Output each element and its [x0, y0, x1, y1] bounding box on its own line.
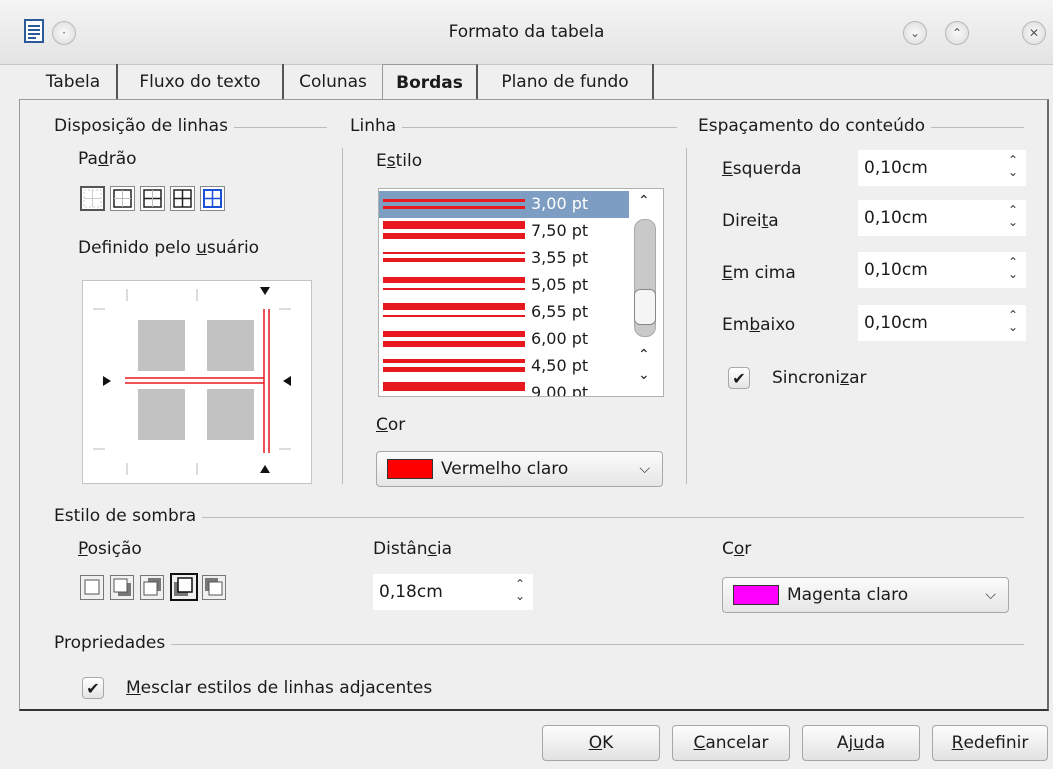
preset-none[interactable]: [80, 186, 105, 211]
top-spacing-label: Em cima: [722, 263, 796, 283]
tab-fluxo-do-texto[interactable]: Fluxo do texto: [118, 64, 284, 100]
line-color-dropdown[interactable]: Vermelho claro ⌵: [376, 451, 663, 487]
shadow-bottom-left-button[interactable]: [170, 573, 198, 601]
style-item[interactable]: 4,50 pt: [379, 353, 629, 380]
spin-icon[interactable]: ⌃ ⌄: [1008, 204, 1018, 228]
style-item[interactable]: 3,55 pt: [379, 245, 629, 272]
title-bar: · Formato da tabela ⌄ ⌃ ✕: [0, 0, 1053, 65]
style-list-scrollbar[interactable]: ⌃ ⌃ ⌄: [629, 189, 663, 396]
shadow-top-left-button[interactable]: [202, 575, 226, 600]
style-label: Estilo: [376, 151, 423, 171]
scroll-thumb[interactable]: [634, 289, 656, 325]
style-item[interactable]: 5,05 pt: [379, 272, 629, 299]
line-style-list[interactable]: 3,00 pt 7,50 pt 3,55 pt 5,05 pt 6,55 pt …: [378, 188, 664, 397]
style-item[interactable]: 7,50 pt: [379, 218, 629, 245]
window-title: Formato da tabela: [448, 22, 605, 42]
default-label: Padrão: [78, 149, 137, 169]
preset-outer-horizontal[interactable]: [140, 186, 165, 211]
top-spacing-field[interactable]: 0,10cm ⌃ ⌄: [858, 252, 1026, 288]
line-group-title: Linha: [350, 116, 403, 136]
shadow-distance-field[interactable]: 0,18cm ⌃ ⌄: [373, 574, 533, 610]
bottom-spacing-field[interactable]: 0,10cm ⌃ ⌄: [858, 305, 1026, 341]
reset-button[interactable]: Redefinir: [932, 725, 1048, 761]
checkmark-icon: ✔: [86, 678, 100, 698]
chevron-down-icon: ⌵: [985, 587, 996, 603]
left-spacing-field[interactable]: 0,10cm ⌃ ⌄: [858, 150, 1026, 186]
shadow-distance-label: Distância: [373, 539, 453, 559]
properties-group-title: Propriedades: [54, 633, 172, 653]
style-item[interactable]: 3,00 pt: [379, 191, 629, 218]
close-icon[interactable]: ✕: [1022, 21, 1046, 45]
spacing-group-title: Espaçamento do conteúdo: [698, 116, 932, 136]
spin-icon[interactable]: ⌃ ⌄: [1008, 154, 1018, 178]
cancel-button[interactable]: Cancelar: [672, 725, 790, 761]
shadow-color-dropdown[interactable]: Magenta claro ⌵: [722, 577, 1009, 613]
color-swatch: [733, 585, 779, 605]
sync-label: Sincronizar: [772, 368, 867, 388]
tab-tabela[interactable]: Tabela: [30, 64, 118, 100]
maximize-icon[interactable]: ⌃: [945, 21, 969, 45]
checkmark-icon: ✔: [732, 368, 746, 388]
preset-outer-all[interactable]: [170, 186, 195, 211]
right-spacing-label: Direita: [722, 211, 779, 231]
bottom-spacing-label: Embaixo: [722, 315, 796, 335]
minimize-icon[interactable]: ⌄: [903, 21, 927, 45]
scroll-down-icon[interactable]: ⌄: [638, 367, 650, 383]
tab-bordas[interactable]: Bordas: [382, 64, 478, 101]
left-spacing-label: Esquerda: [722, 159, 802, 179]
preset-outer-inner[interactable]: [200, 186, 225, 211]
scroll-up-icon[interactable]: ⌃: [638, 347, 650, 363]
line-color-label: Cor: [376, 415, 406, 435]
spin-icon[interactable]: ⌃ ⌄: [1008, 309, 1018, 333]
shadow-position-label: Posição: [78, 539, 142, 559]
shadow-top-right-button[interactable]: [140, 575, 164, 600]
line-arrangement-title: Disposição de linhas: [54, 116, 234, 136]
sync-checkbox[interactable]: ✔: [728, 367, 750, 389]
right-spacing-field[interactable]: 0,10cm ⌃ ⌄: [858, 200, 1026, 236]
color-swatch: [387, 459, 433, 479]
shadow-color-label: Cor: [722, 539, 752, 559]
spin-icon[interactable]: ⌃ ⌄: [515, 578, 525, 602]
spin-icon[interactable]: ⌃ ⌄: [1008, 256, 1018, 280]
style-item[interactable]: 6,55 pt: [379, 299, 629, 326]
chevron-down-icon: ⌵: [639, 461, 650, 477]
style-item[interactable]: 9,00 pt: [379, 380, 629, 396]
shadow-none-button[interactable]: [80, 575, 104, 600]
preset-outer[interactable]: [110, 186, 135, 211]
user-defined-label: Definido pelo usuário: [78, 238, 260, 258]
style-item[interactable]: 6,00 pt: [379, 326, 629, 353]
user-defined-border-area[interactable]: [82, 280, 312, 484]
shadow-group-title: Estilo de sombra: [54, 506, 203, 526]
scroll-up-icon[interactable]: ⌃: [638, 193, 650, 209]
tab-colunas[interactable]: Colunas: [284, 64, 382, 100]
merge-checkbox[interactable]: ✔: [82, 677, 104, 699]
help-button[interactable]: Aj u da: [802, 725, 920, 761]
merge-label: Mesclar estilos de linhas adjacentes: [126, 678, 433, 698]
ok-button[interactable]: OK: [542, 725, 660, 761]
shadow-bottom-right-button[interactable]: [110, 575, 134, 600]
tab-plano-de-fundo[interactable]: Plano de fundo: [478, 64, 654, 100]
